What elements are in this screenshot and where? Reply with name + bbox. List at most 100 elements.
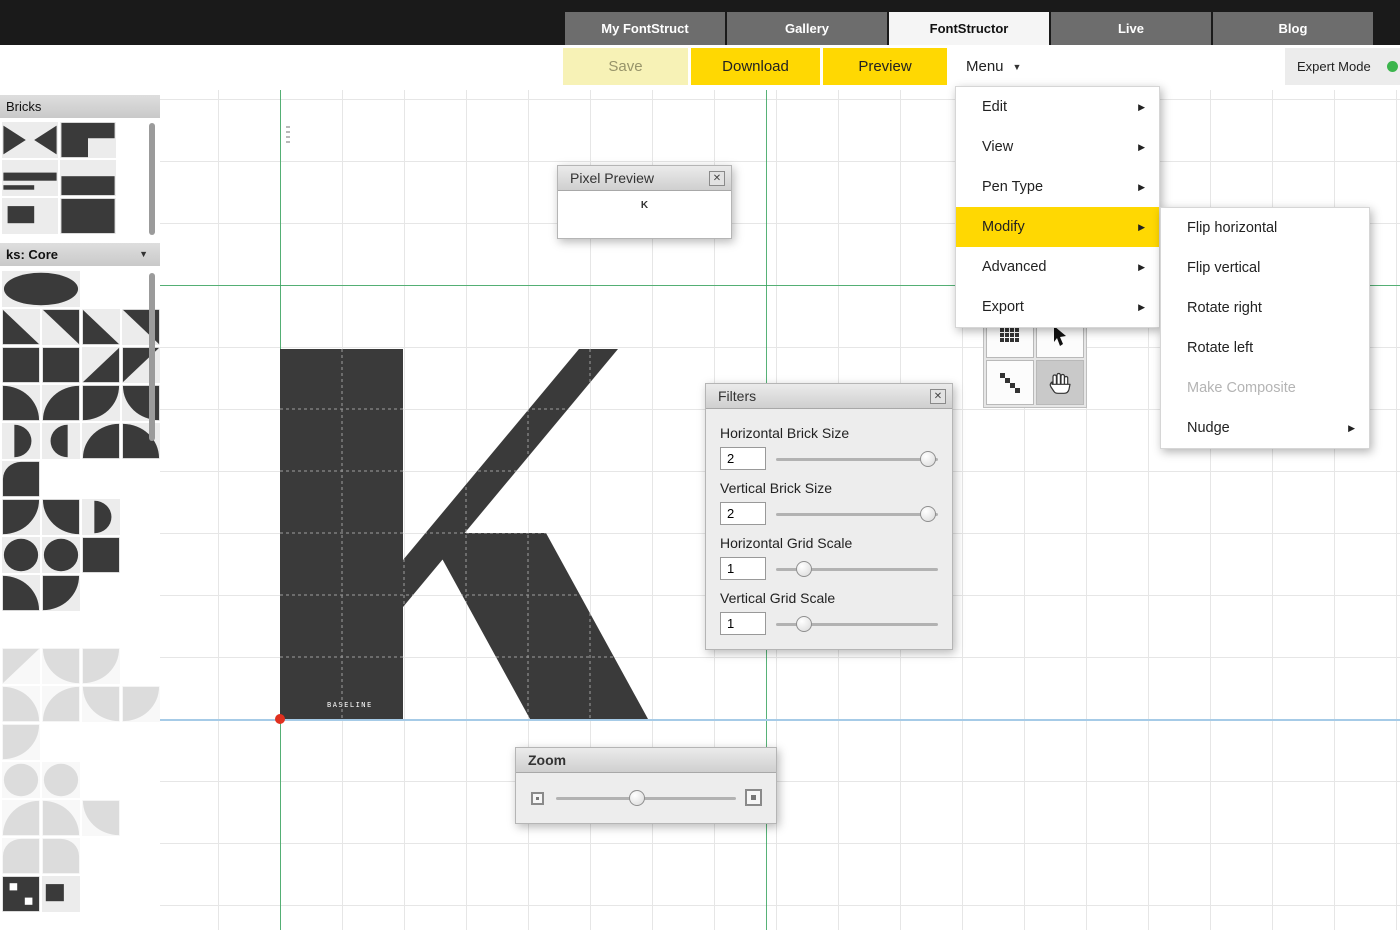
pixel-preview-titlebar[interactable]: Pixel Preview ✕	[558, 166, 731, 191]
brick-quarter-br[interactable]	[42, 385, 80, 421]
origin-handle[interactable]	[275, 714, 285, 724]
tab-my-fontstruct[interactable]: My FontStruct	[565, 12, 725, 45]
brick-quarter-tl[interactable]	[2, 724, 40, 760]
brick-oval[interactable]	[2, 271, 80, 307]
brick-quarter-tr[interactable]	[42, 648, 80, 684]
brick-quarter-tr[interactable]	[82, 800, 120, 836]
sidebar-scrollbar-top[interactable]	[149, 123, 155, 235]
brick-square[interactable]	[42, 347, 80, 383]
brick-quarter-tl[interactable]	[42, 575, 80, 611]
brick-corner-tl[interactable]	[60, 122, 116, 158]
brick-quarter-bl[interactable]	[42, 800, 80, 836]
preview-button[interactable]: Preview	[823, 48, 947, 85]
brick-circle[interactable]	[42, 537, 80, 573]
h-grid-scale-input[interactable]	[720, 557, 766, 580]
menu-item-edit[interactable]: Edit ▶	[956, 87, 1159, 127]
menu-item-advanced[interactable]: Advanced ▶	[956, 247, 1159, 287]
brick-quarter-tl[interactable]	[2, 499, 40, 535]
brick-hbar[interactable]	[2, 160, 58, 196]
menu-item-view[interactable]: View ▶	[956, 127, 1159, 167]
hand-tool-button[interactable]	[1036, 360, 1084, 405]
line-tool-button[interactable]	[986, 360, 1034, 405]
zoom-out-icon[interactable]	[531, 792, 544, 805]
slider-thumb[interactable]	[920, 506, 936, 522]
filters-titlebar[interactable]: Filters ✕	[706, 384, 952, 409]
brick-quarter-tl[interactable]	[82, 648, 120, 684]
menu-item-export[interactable]: Export ▶	[956, 287, 1159, 327]
glyph-letter-k[interactable]	[280, 349, 648, 719]
slider-track[interactable]	[776, 513, 938, 516]
brick-d-left[interactable]	[82, 499, 120, 535]
brick-round-tl[interactable]	[2, 461, 40, 497]
tab-blog[interactable]: Blog	[1213, 12, 1373, 45]
brick-circle[interactable]	[2, 537, 40, 573]
submenu-arrow-icon: ▶	[1138, 182, 1145, 193]
brick-quarter-tr[interactable]	[42, 499, 80, 535]
brick-square[interactable]	[60, 198, 116, 234]
submenu-item-nudge[interactable]: Nudge ▶	[1161, 408, 1369, 448]
brick-half-bottom[interactable]	[60, 160, 116, 196]
brick-quarter-bl[interactable]	[2, 686, 40, 722]
h-brick-size-input[interactable]	[720, 447, 766, 470]
submenu-item-rotate-right[interactable]: Rotate right	[1161, 288, 1369, 328]
h-brick-size-slider[interactable]	[776, 450, 938, 468]
brick-quarter-tr[interactable]	[82, 686, 120, 722]
brick-circle[interactable]	[42, 762, 80, 798]
brick-circle[interactable]	[2, 762, 40, 798]
brick-quarter-tl[interactable]	[122, 686, 160, 722]
v-brick-size-input[interactable]	[720, 502, 766, 525]
download-button[interactable]: Download	[691, 48, 820, 85]
v-brick-size-slider[interactable]	[776, 505, 938, 523]
menu-button[interactable]: Menu ▼	[952, 48, 1035, 85]
brick-tri-tr[interactable]	[42, 309, 80, 345]
brick-d-right[interactable]	[42, 423, 80, 459]
tab-gallery[interactable]: Gallery	[727, 12, 887, 45]
tab-fontstructor[interactable]: FontStructor	[889, 12, 1049, 45]
brick-dots[interactable]	[2, 876, 40, 912]
v-grid-scale-input[interactable]	[720, 612, 766, 635]
brick-quarter-br[interactable]	[82, 423, 120, 459]
menu-item-pen-type[interactable]: Pen Type ▶	[956, 167, 1159, 207]
tab-live[interactable]: Live	[1051, 12, 1211, 45]
expert-mode-toggle[interactable]: Expert Mode	[1285, 48, 1400, 85]
close-icon[interactable]: ✕	[930, 389, 946, 404]
brick-d-left[interactable]	[2, 423, 40, 459]
brick-square[interactable]	[2, 347, 40, 383]
slider-thumb[interactable]	[920, 451, 936, 467]
brick-quarter-tl[interactable]	[82, 385, 120, 421]
brick-round-tr[interactable]	[42, 838, 80, 874]
zoom-slider[interactable]	[556, 789, 736, 807]
brick-square[interactable]	[82, 537, 120, 573]
sidebar-scrollbar-core[interactable]	[149, 273, 155, 441]
slider-thumb[interactable]	[796, 616, 812, 632]
slider-track[interactable]	[556, 797, 736, 800]
brick-small-square[interactable]	[42, 876, 80, 912]
v-grid-scale-slider[interactable]	[776, 615, 938, 633]
brick-tri-tl[interactable]	[2, 648, 40, 684]
submenu-item-flip-vertical[interactable]: Flip vertical	[1161, 248, 1369, 288]
brick-blank	[122, 762, 160, 798]
brick-tri-bl[interactable]	[82, 309, 120, 345]
slider-thumb[interactable]	[629, 790, 645, 806]
slider-track[interactable]	[776, 458, 938, 461]
zoom-in-icon[interactable]	[745, 789, 762, 806]
zoom-titlebar[interactable]: Zoom	[516, 748, 776, 773]
brick-quarter-bl[interactable]	[2, 385, 40, 421]
brick-round-tl[interactable]	[2, 838, 40, 874]
brick-quarter-bl[interactable]	[2, 575, 40, 611]
brick-tri-br[interactable]	[82, 347, 120, 383]
brick-quarter-br[interactable]	[42, 686, 80, 722]
baseline-label: BASELINE	[327, 701, 373, 709]
menu-item-modify[interactable]: Modify ▶	[956, 207, 1159, 247]
brick-slash-pair[interactable]	[2, 122, 58, 158]
brick-quarter-br[interactable]	[2, 800, 40, 836]
submenu-item-rotate-left[interactable]: Rotate left	[1161, 328, 1369, 368]
brick-tri-bl[interactable]	[2, 309, 40, 345]
brick-set-header[interactable]: ks: Core ▼	[0, 243, 160, 266]
submenu-item-flip-horizontal[interactable]: Flip horizontal	[1161, 208, 1369, 248]
brick-small-square[interactable]	[2, 198, 58, 234]
save-button[interactable]: Save	[563, 48, 688, 85]
h-grid-scale-slider[interactable]	[776, 560, 938, 578]
close-icon[interactable]: ✕	[709, 171, 725, 186]
slider-thumb[interactable]	[796, 561, 812, 577]
